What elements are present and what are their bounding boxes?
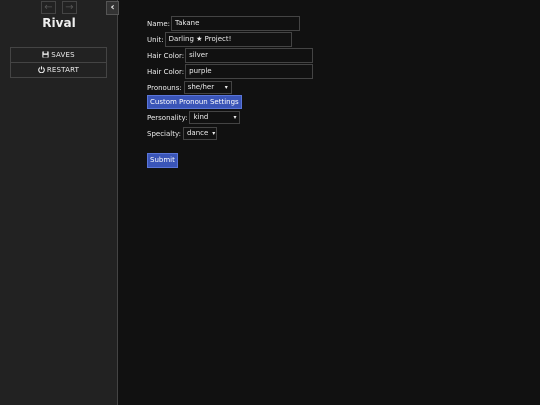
story-title: Rival xyxy=(42,16,76,30)
hair-color-value-1: silver xyxy=(189,51,208,59)
custom-pronoun-settings-button[interactable]: Custom Pronoun Settings xyxy=(147,95,242,109)
hair-color-label-1: Hair Color: xyxy=(147,51,185,60)
unit-label: Unit: xyxy=(147,35,164,44)
submit-button[interactable]: Submit xyxy=(147,153,178,168)
restart-button[interactable]: RESTART xyxy=(11,62,106,77)
unit-row: Unit: Darling ★ Project! xyxy=(147,32,292,47)
pronouns-value: she/her xyxy=(187,83,215,91)
name-value: Takane xyxy=(175,19,200,27)
floppy-disk-icon xyxy=(42,51,49,58)
personality-label: Personality: xyxy=(147,113,188,122)
name-label: Name: xyxy=(147,19,171,28)
page: ← → ‹ Rival SAVES RESTART Name: Takane U… xyxy=(0,0,540,405)
specialty-value: dance xyxy=(186,129,209,137)
saves-label: SAVES xyxy=(51,51,75,59)
unit-value: Darling ★ Project! xyxy=(168,35,232,43)
hair-color-input-2[interactable]: purple xyxy=(185,64,314,79)
personality-select[interactable]: kind ▾ xyxy=(189,111,241,124)
hair-color-label-2: Hair Color: xyxy=(147,67,185,76)
name-input[interactable]: Takane xyxy=(171,16,301,31)
history-controls: ← → xyxy=(41,1,77,14)
hair-color-input-1[interactable]: silver xyxy=(185,48,314,63)
personality-row: Personality: kind ▾ xyxy=(147,111,241,124)
history-forward-button[interactable]: → xyxy=(62,1,77,14)
pronouns-label: Pronouns: xyxy=(147,83,182,92)
submit-row: Submit xyxy=(147,153,178,168)
personality-value: kind xyxy=(193,113,209,121)
arrow-right-icon: → xyxy=(65,2,74,13)
chevron-down-icon: ▾ xyxy=(233,114,237,121)
history-back-button[interactable]: ← xyxy=(41,1,56,14)
name-row: Name: Takane xyxy=(147,16,301,31)
hair-color-row-2: Hair Color: purple xyxy=(147,64,314,79)
pronouns-select[interactable]: she/her ▾ xyxy=(183,81,232,94)
hair-color-value-2: purple xyxy=(189,67,212,75)
chevron-down-icon: ▾ xyxy=(224,84,228,91)
sidebar-toggle-button[interactable]: ‹ xyxy=(106,1,119,15)
pronouns-row: Pronouns: she/her ▾ xyxy=(147,81,232,94)
arrow-left-icon: ← xyxy=(44,2,53,13)
saves-button[interactable]: SAVES xyxy=(11,48,106,62)
specialty-label: Specialty: xyxy=(147,129,181,138)
custom-pronoun-row: Custom Pronoun Settings xyxy=(147,95,242,109)
restart-label: RESTART xyxy=(46,66,80,74)
hair-color-row-1: Hair Color: silver xyxy=(147,48,314,63)
specialty-select[interactable]: dance ▾ xyxy=(182,127,217,140)
chevron-down-icon: ▾ xyxy=(212,130,216,137)
power-icon xyxy=(38,66,45,74)
specialty-row: Specialty: dance ▾ xyxy=(147,127,217,140)
chevron-left-icon: ‹ xyxy=(110,2,115,13)
unit-input[interactable]: Darling ★ Project! xyxy=(164,32,292,47)
sidebar-menu: SAVES RESTART xyxy=(10,47,107,78)
sidebar: ← → ‹ Rival SAVES RESTART xyxy=(0,0,119,405)
